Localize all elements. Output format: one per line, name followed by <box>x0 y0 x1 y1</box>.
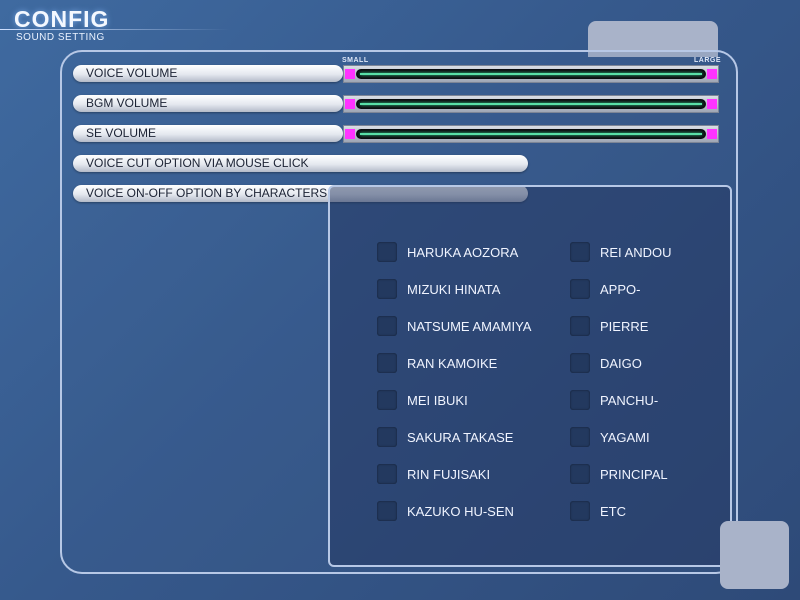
character-name: MEI IBUKI <box>407 392 468 408</box>
character-name: HARUKA AOZORA <box>407 244 519 260</box>
character-name: KAZUKO HU-SEN <box>407 503 514 519</box>
character-toggle-right-8[interactable]: ETC <box>570 500 626 522</box>
bgm-volume-min-handle[interactable] <box>345 99 355 109</box>
character-toggle-right-5[interactable]: PANCHU- <box>570 389 658 411</box>
character-checkbox[interactable] <box>377 501 397 521</box>
character-toggle-left-3[interactable]: NATSUME AMAMIYA <box>377 315 531 337</box>
bgm-volume-track <box>356 99 706 109</box>
character-toggle-right-6[interactable]: YAGAMI <box>570 426 650 448</box>
voice-cut-option[interactable]: VOICE CUT OPTION VIA MOUSE CLICK <box>73 155 528 172</box>
character-checkbox[interactable] <box>377 464 397 484</box>
character-name: PIERRE <box>600 318 649 334</box>
se-volume-fill <box>360 133 702 135</box>
voice-volume-label: VOICE VOLUME <box>73 65 343 82</box>
character-toggle-right-7[interactable]: PRINCIPAL <box>570 463 668 485</box>
character-checkbox[interactable] <box>570 427 590 447</box>
character-checkbox[interactable] <box>377 353 397 373</box>
corner-button[interactable] <box>720 521 789 589</box>
character-checkbox[interactable] <box>377 390 397 410</box>
bgm-volume-fill <box>360 103 702 105</box>
title-underline <box>0 29 230 30</box>
bgm-volume-max-handle[interactable] <box>707 99 717 109</box>
character-toggle-left-5[interactable]: MEI IBUKI <box>377 389 468 411</box>
character-checkbox[interactable] <box>570 279 590 299</box>
se-volume-max-handle[interactable] <box>707 129 717 139</box>
character-name: RIN FUJISAKI <box>407 466 491 482</box>
character-name: PANCHU- <box>600 392 659 408</box>
character-checkbox[interactable] <box>570 242 590 262</box>
character-checkbox[interactable] <box>570 390 590 410</box>
se-volume-label: SE VOLUME <box>73 125 343 142</box>
character-checkbox[interactable] <box>570 316 590 336</box>
se-volume-slider[interactable] <box>343 125 719 143</box>
se-volume-min-handle[interactable] <box>345 129 355 139</box>
character-name: MIZUKI HINATA <box>407 281 501 297</box>
character-checkbox[interactable] <box>570 353 590 373</box>
character-checkbox[interactable] <box>377 279 397 299</box>
character-name: DAIGO <box>600 355 642 371</box>
voice-volume-min-handle[interactable] <box>345 69 355 79</box>
scale-small-label: SMALL <box>342 57 369 64</box>
character-name: ETC <box>600 503 626 519</box>
character-name: PRINCIPAL <box>600 466 668 482</box>
character-name: APPO- <box>600 281 641 297</box>
character-name: NATSUME AMAMIYA <box>407 318 532 334</box>
character-toggle-left-2[interactable]: MIZUKI HINATA <box>377 278 500 300</box>
scale-large-label: LARGE <box>694 57 721 64</box>
voice-volume-track <box>356 69 706 79</box>
character-checkbox[interactable] <box>377 316 397 336</box>
character-name: REI ANDOU <box>600 244 672 260</box>
bgm-volume-slider[interactable] <box>343 95 719 113</box>
character-toggle-right-1[interactable]: REI ANDOU <box>570 241 672 263</box>
character-checkbox[interactable] <box>570 464 590 484</box>
character-toggle-left-8[interactable]: KAZUKO HU-SEN <box>377 500 514 522</box>
character-toggle-right-4[interactable]: DAIGO <box>570 352 642 374</box>
voice-volume-max-handle[interactable] <box>707 69 717 79</box>
voice-volume-fill <box>360 73 702 75</box>
character-checkbox[interactable] <box>377 242 397 262</box>
voice-volume-slider[interactable] <box>343 65 719 83</box>
character-name: YAGAMI <box>600 429 650 445</box>
sound-setting-subtitle: SOUND SETTING <box>16 32 105 43</box>
character-toggle-right-2[interactable]: APPO- <box>570 278 640 300</box>
se-volume-track <box>356 129 706 139</box>
character-toggle-right-3[interactable]: PIERRE <box>570 315 648 337</box>
character-checkbox[interactable] <box>570 501 590 521</box>
character-toggle-left-6[interactable]: SAKURA TAKASE <box>377 426 513 448</box>
character-toggle-left-7[interactable]: RIN FUJISAKI <box>377 463 490 485</box>
bgm-volume-label: BGM VOLUME <box>73 95 343 112</box>
character-checkbox[interactable] <box>377 427 397 447</box>
character-toggle-left-1[interactable]: HARUKA AOZORA <box>377 241 518 263</box>
character-toggle-left-4[interactable]: RAN KAMOIKE <box>377 352 497 374</box>
character-name: RAN KAMOIKE <box>407 355 498 371</box>
character-name: SAKURA TAKASE <box>407 429 514 445</box>
